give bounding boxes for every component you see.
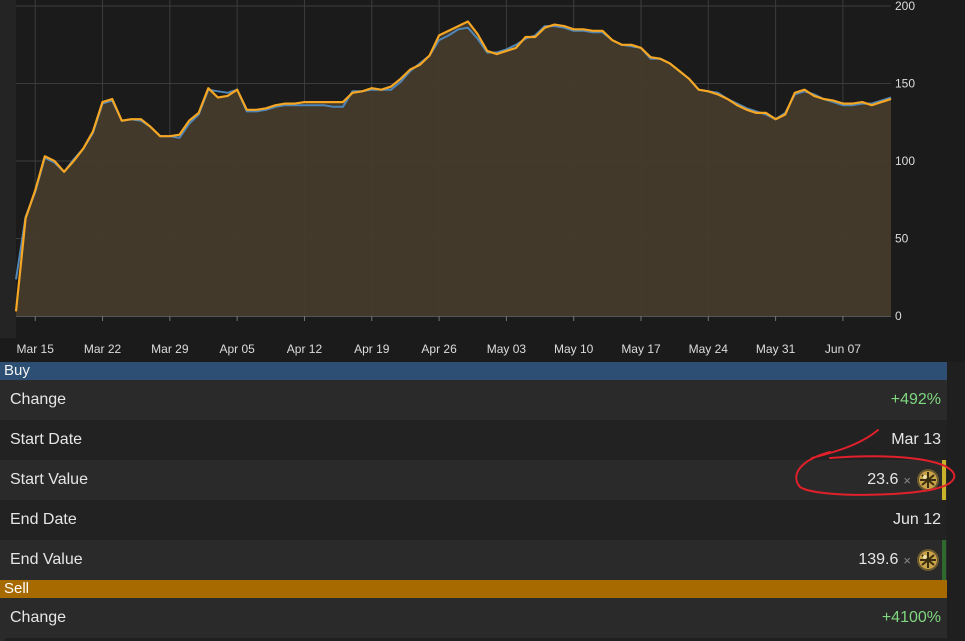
x-tick-label: Apr 19 bbox=[354, 342, 390, 356]
sell-change-row: Change +4100% bbox=[0, 598, 947, 638]
x-tick-label: Jun 07 bbox=[825, 342, 861, 356]
x-tick-label: Apr 12 bbox=[287, 342, 323, 356]
exalted-orb-icon bbox=[917, 469, 939, 491]
buy-start-date-row: Start Date Mar 13 bbox=[0, 420, 947, 460]
buy-change-label: Change bbox=[10, 391, 67, 408]
exalted-orb-icon bbox=[917, 549, 939, 571]
buy-start-value: 23.6 × bbox=[867, 467, 941, 493]
y-tick-label: 50 bbox=[895, 232, 909, 246]
x-tick-label: Mar 15 bbox=[17, 342, 55, 356]
start-value-indicator bbox=[942, 460, 946, 500]
y-tick-label: 150 bbox=[895, 77, 915, 91]
price-history-chart: Mar 15 Mar 22 Mar 29 Apr 05 Apr 12 Apr 19 Apr … bbox=[0, 0, 965, 362]
buy-change-row: Change +492% bbox=[0, 380, 947, 420]
x-tick-label: May 10 bbox=[554, 342, 594, 356]
x-tick-label: May 03 bbox=[487, 342, 527, 356]
x-tick-label: Apr 05 bbox=[219, 342, 255, 356]
x-tick-label: Mar 22 bbox=[84, 342, 122, 356]
x-tick-label: May 31 bbox=[756, 342, 796, 356]
x-axis-band bbox=[0, 338, 947, 362]
x-tick-label: Apr 26 bbox=[421, 342, 457, 356]
multiply-sign: × bbox=[903, 472, 911, 488]
sell-section-header: Sell bbox=[0, 580, 947, 598]
buy-section-header: Buy bbox=[0, 362, 947, 380]
buy-end-value-row: End Value 139.6 × bbox=[0, 540, 947, 580]
buy-end-date-value: Jun 12 bbox=[892, 511, 941, 528]
x-tick-label: May 24 bbox=[689, 342, 729, 356]
y-tick-label: 200 bbox=[895, 0, 915, 13]
x-tick-label: Mar 29 bbox=[151, 342, 189, 356]
y-tick-label: 0 bbox=[895, 309, 902, 323]
buy-start-value-row: Start Value 23.6 × bbox=[0, 460, 947, 500]
buy-end-value: 139.6 × bbox=[858, 547, 941, 573]
end-value-indicator bbox=[942, 540, 946, 580]
plot-left-margin bbox=[0, 0, 16, 338]
buy-start-date-label: Start Date bbox=[10, 431, 83, 448]
chart-svg: Mar 15 Mar 22 Mar 29 Apr 05 Apr 12 Apr 19 Apr … bbox=[0, 0, 947, 362]
y-tick-label: 100 bbox=[895, 154, 915, 168]
buy-end-date-row: End Date Jun 12 bbox=[0, 500, 947, 540]
buy-start-value-amount: 23.6 bbox=[867, 471, 899, 488]
buy-start-value-label: Start Value bbox=[10, 471, 88, 488]
buy-end-value-amount: 139.6 bbox=[858, 551, 899, 568]
buy-end-value-label: End Value bbox=[10, 551, 83, 568]
sell-change-value: +4100% bbox=[881, 609, 941, 626]
x-tick-label: May 17 bbox=[621, 342, 661, 356]
multiply-sign: × bbox=[903, 552, 911, 568]
sell-change-label: Change bbox=[10, 609, 67, 626]
buy-change-value: +492% bbox=[890, 391, 941, 408]
buy-end-date-label: End Date bbox=[10, 511, 77, 528]
buy-start-date-value: Mar 13 bbox=[891, 431, 941, 448]
